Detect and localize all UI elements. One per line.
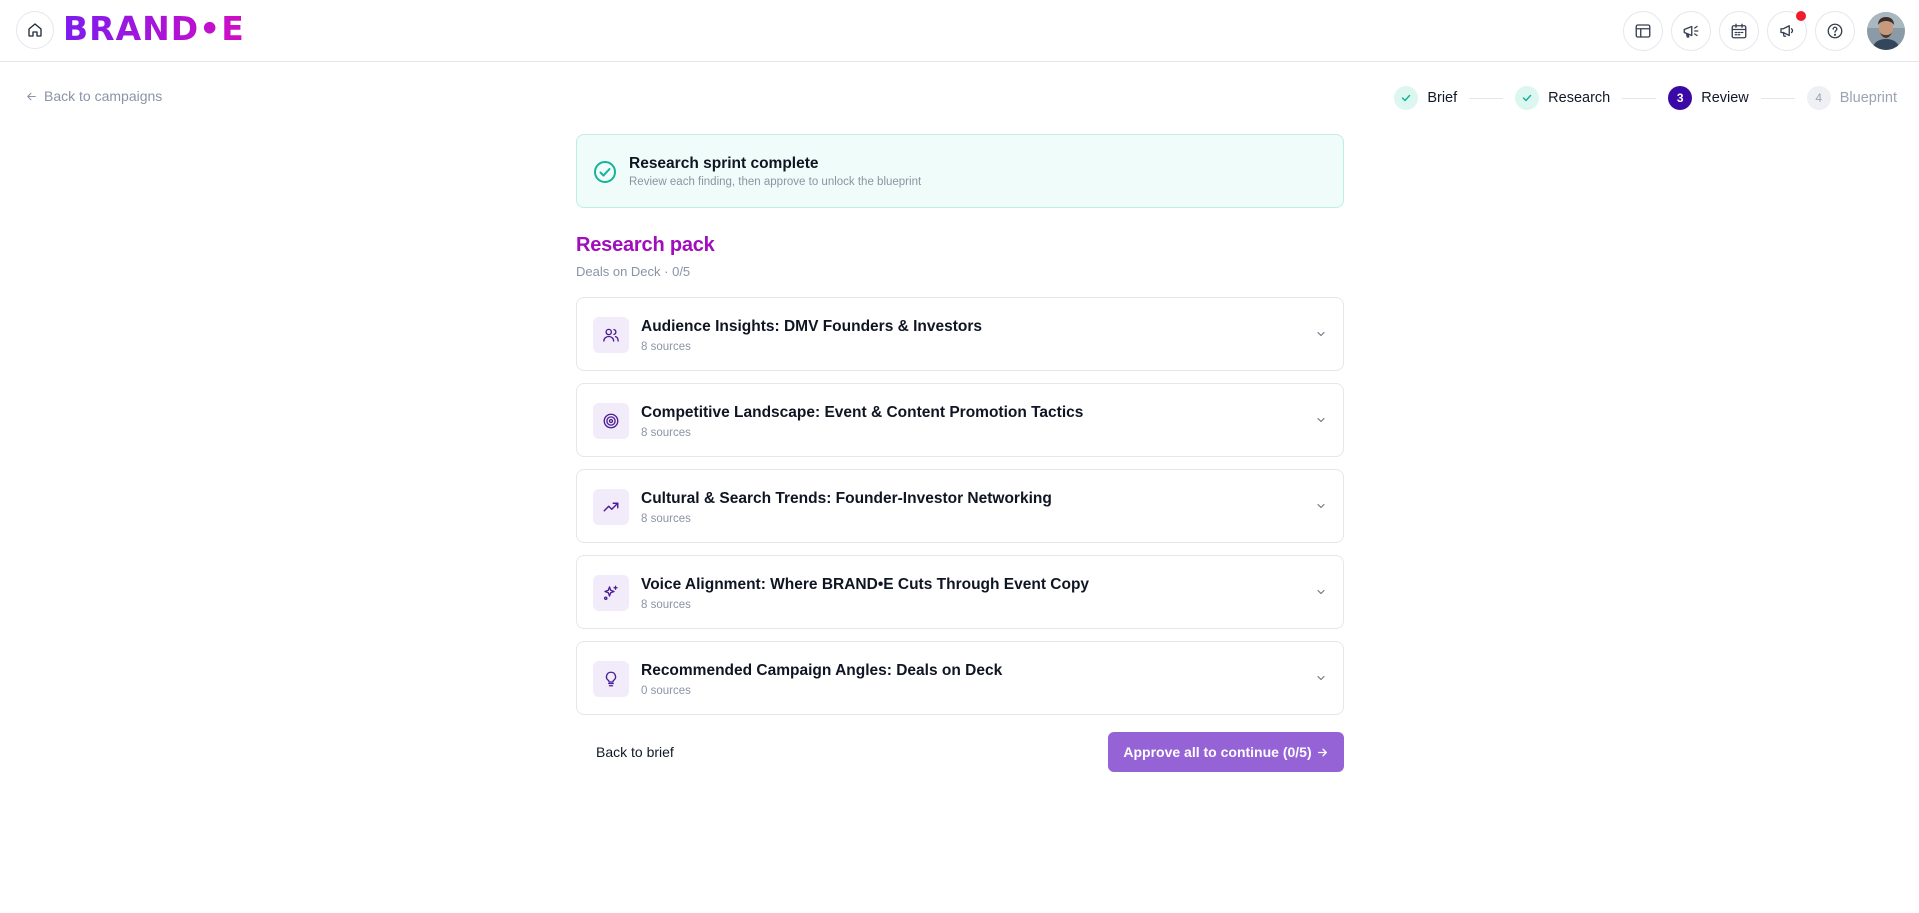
home-icon: [28, 23, 42, 37]
finding-sources: 8 sources: [641, 599, 691, 611]
user-avatar[interactable]: [1867, 12, 1905, 50]
home-button[interactable]: [16, 11, 54, 49]
back-to-campaigns-link[interactable]: Back to campaigns: [25, 88, 162, 104]
findings-list: Audience Insights: DMV Founders & Invest…: [576, 297, 1344, 715]
users-icon: [603, 328, 619, 342]
back-to-brief-button[interactable]: Back to brief: [596, 744, 674, 760]
calendar-button[interactable]: [1719, 11, 1759, 51]
step-research-label: Research: [1548, 90, 1611, 106]
trending-up-icon: [603, 502, 619, 512]
step-connector: [1622, 97, 1657, 99]
check-circle-icon: [594, 161, 616, 183]
alert-subtitle: Review each finding, then approve to unl…: [629, 176, 922, 188]
finding-title: Audience Insights: DMV Founders & Invest…: [641, 318, 983, 335]
announcement-icon: [1780, 25, 1794, 37]
step-blueprint-label: Blueprint: [1839, 90, 1897, 106]
step-blueprint-badge: 4: [1806, 86, 1831, 110]
step-blueprint: 4 Blueprint: [1806, 86, 1897, 110]
back-to-campaigns-label: Back to campaigns: [44, 88, 163, 104]
layout-button[interactable]: [1623, 11, 1663, 51]
top-bar: BRAND•E: [0, 0, 1919, 62]
chevron-down-icon[interactable]: [1315, 328, 1327, 340]
calendar-icon: [1731, 23, 1747, 39]
megaphone-sparkle-icon: [1683, 25, 1699, 38]
target-icon: [603, 413, 619, 429]
brand-logo[interactable]: BRAND•E: [63, 11, 293, 45]
header-actions: [1623, 11, 1905, 51]
finding-card-voice[interactable]: Voice Alignment: Where BRAND•E Cuts Thro…: [576, 555, 1344, 629]
card-icon-container: [593, 317, 629, 353]
sparkles-icon: [603, 585, 618, 601]
finding-card-angles[interactable]: Recommended Campaign Angles: Deals on De…: [576, 641, 1344, 715]
help-icon: [1827, 23, 1843, 39]
main-content: Research sprint complete Review each fin…: [576, 134, 1344, 772]
finding-card-trends[interactable]: Cultural & Search Trends: Founder-Invest…: [576, 469, 1344, 543]
announcements-button[interactable]: [1767, 11, 1807, 51]
chevron-down-icon[interactable]: [1315, 672, 1327, 684]
finding-sources: 8 sources: [641, 513, 691, 525]
step-brief-label: Brief: [1427, 90, 1458, 106]
approve-all-label: Approve all to continue (0/5): [1123, 744, 1312, 760]
notification-dot: [1796, 11, 1806, 21]
finding-card-competitive[interactable]: Competitive Landscape: Event & Content P…: [576, 383, 1344, 457]
step-research-badge: [1515, 86, 1540, 110]
chevron-down-icon[interactable]: [1315, 586, 1327, 598]
step-review-label: Review: [1701, 90, 1749, 106]
finding-sources: 0 sources: [641, 685, 691, 697]
page-title: Research pack: [576, 234, 715, 256]
chevron-down-icon[interactable]: [1315, 414, 1327, 426]
finding-card-audience[interactable]: Audience Insights: DMV Founders & Invest…: [576, 297, 1344, 371]
step-brief[interactable]: Brief: [1394, 86, 1457, 110]
finding-title: Competitive Landscape: Event & Content P…: [641, 404, 1084, 421]
page-subtitle: Deals on Deck · 0/5: [576, 264, 691, 279]
finding-title: Cultural & Search Trends: Founder-Invest…: [641, 490, 1052, 507]
help-button[interactable]: [1815, 11, 1855, 51]
chevron-down-icon[interactable]: [1315, 500, 1327, 512]
card-icon-container: [593, 661, 629, 697]
alert-title: Research sprint complete: [629, 155, 819, 172]
progress-stepper: Brief Research 3 Review 4 Blueprint: [1394, 86, 1897, 110]
finding-title: Voice Alignment: Where BRAND•E Cuts Thro…: [641, 576, 1090, 593]
card-icon-container: [593, 575, 629, 611]
step-brief-badge: [1394, 86, 1419, 110]
arrow-left-icon: [27, 92, 36, 100]
footer-actions: Back to brief Approve all to continue (0…: [576, 732, 1344, 772]
step-review-badge: 3: [1668, 86, 1693, 110]
finding-title: Recommended Campaign Angles: Deals on De…: [641, 662, 1003, 679]
campaigns-button[interactable]: [1671, 11, 1711, 51]
lightbulb-icon: [605, 671, 617, 687]
arrow-right-icon: [1317, 748, 1327, 756]
finding-sources: 8 sources: [641, 341, 691, 353]
svg-text:BRAND•E: BRAND•E: [63, 11, 245, 45]
check-icon: [1402, 94, 1411, 102]
step-connector: [1760, 97, 1795, 99]
approve-all-button[interactable]: Approve all to continue (0/5): [1108, 732, 1344, 772]
card-icon-container: [593, 489, 629, 525]
card-icon-container: [593, 403, 629, 439]
layout-icon: [1635, 24, 1651, 38]
finding-sources: 8 sources: [641, 427, 691, 439]
step-research[interactable]: Research: [1515, 86, 1610, 110]
check-icon: [1522, 94, 1532, 102]
step-connector: [1469, 97, 1504, 99]
success-alert: Research sprint complete Review each fin…: [576, 134, 1344, 208]
step-review[interactable]: 3 Review: [1668, 86, 1749, 110]
